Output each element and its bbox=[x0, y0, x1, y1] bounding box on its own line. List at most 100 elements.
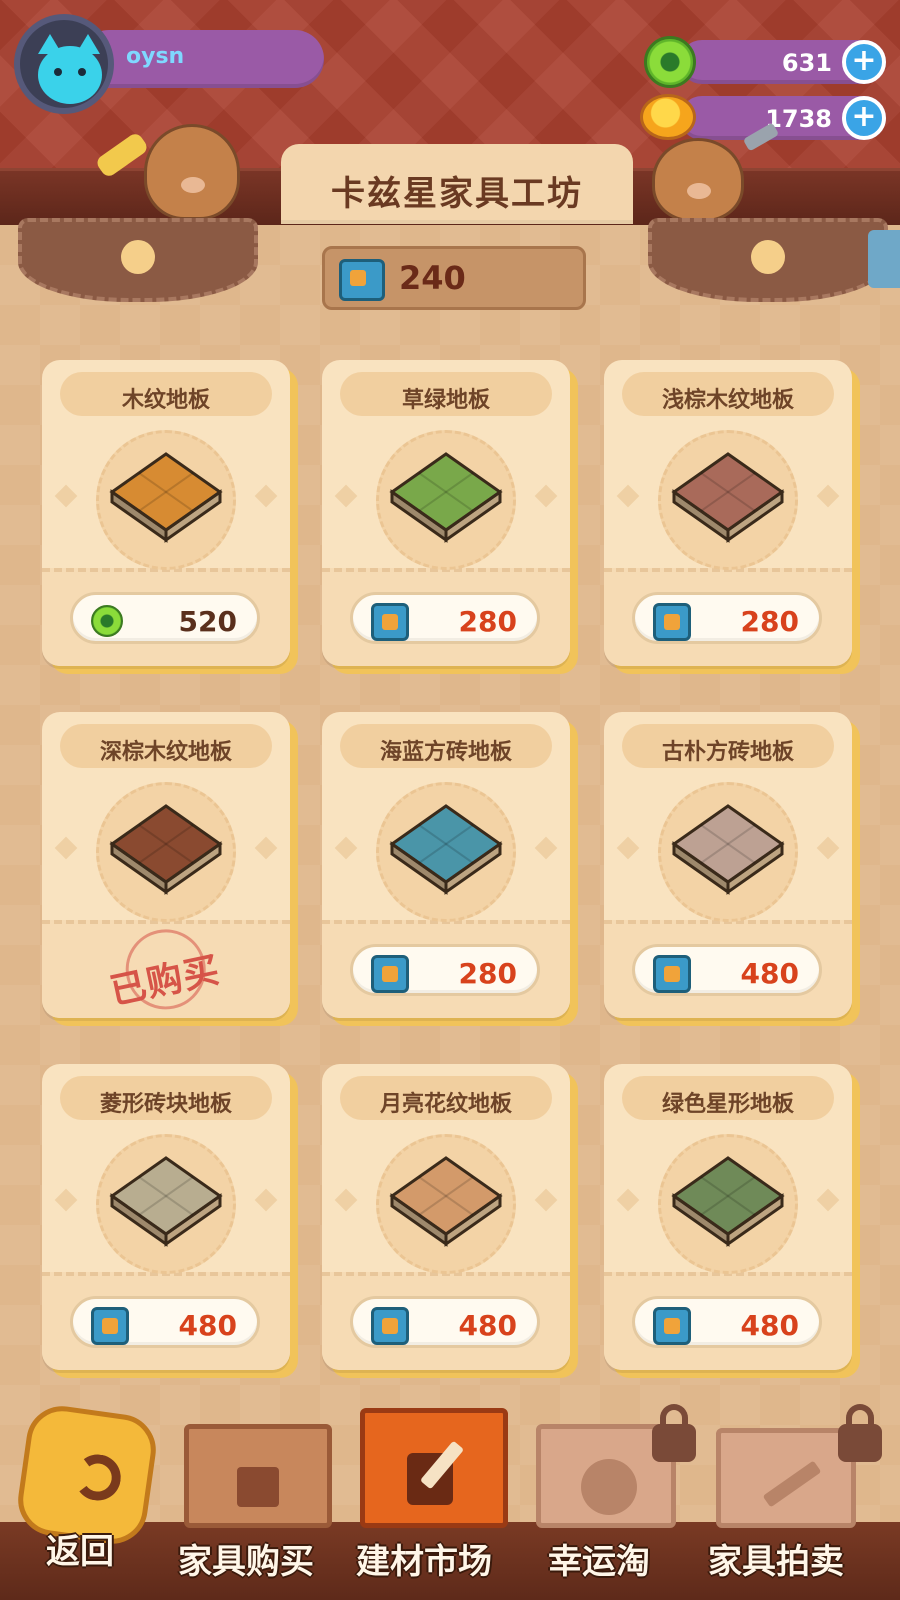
gavel-icon bbox=[762, 1460, 822, 1508]
shop-item-card[interactable]: 菱形砖块地板 480 bbox=[42, 1064, 298, 1378]
page-title: 卡兹星家具工坊 bbox=[331, 174, 583, 214]
cat-face-icon bbox=[38, 46, 102, 104]
buy-button[interactable]: 280 bbox=[632, 592, 822, 644]
book-icon bbox=[360, 1408, 508, 1528]
floor-tile-icon bbox=[109, 1156, 223, 1247]
card-face: 草绿地板 280 bbox=[322, 360, 570, 666]
shop-title-tab: 卡兹星家具工坊 bbox=[281, 144, 633, 224]
item-price: 280 bbox=[458, 957, 517, 990]
buy-button[interactable]: 480 bbox=[632, 1296, 822, 1348]
item-name: 浅棕木纹地板 bbox=[661, 388, 794, 413]
green-coin-icon bbox=[644, 36, 696, 88]
item-price: 480 bbox=[178, 1309, 237, 1342]
buy-button[interactable]: 480 bbox=[632, 944, 822, 996]
card-face: 深棕木纹地板 已购买 bbox=[42, 712, 290, 1018]
green-coin-amount: 631 bbox=[781, 49, 832, 77]
sparkle-icon bbox=[534, 1188, 558, 1212]
snout-icon bbox=[181, 177, 205, 193]
ticket-icon bbox=[371, 1307, 409, 1345]
sparkle-icon bbox=[54, 484, 78, 508]
shop-item-card[interactable]: 海蓝方砖地板 280 bbox=[322, 712, 578, 1026]
item-name: 绿色星形地板 bbox=[661, 1092, 794, 1117]
return-arrow-icon bbox=[71, 1451, 124, 1504]
ticket-icon bbox=[371, 603, 409, 641]
sparkle-icon bbox=[334, 484, 358, 508]
floor-tile-icon bbox=[671, 452, 785, 543]
floor-tile-icon bbox=[671, 1156, 785, 1247]
ticket-icon bbox=[653, 955, 691, 993]
floor-tile-icon bbox=[671, 804, 785, 895]
right-pocket bbox=[648, 218, 888, 302]
item-name: 海蓝方砖地板 bbox=[379, 740, 512, 765]
item-name: 木纹地板 bbox=[121, 388, 210, 413]
sparkle-icon bbox=[616, 484, 640, 508]
card-face: 月亮花纹地板 480 bbox=[322, 1064, 570, 1370]
ticket-balance-amount: 240 bbox=[399, 259, 466, 297]
player-name: oysn bbox=[126, 44, 185, 69]
floor-tile-icon bbox=[109, 804, 223, 895]
snout-icon bbox=[687, 183, 711, 199]
buy-button[interactable]: 480 bbox=[70, 1296, 260, 1348]
sparkle-icon bbox=[54, 836, 78, 860]
card-face: 浅棕木纹地板 280 bbox=[604, 360, 852, 666]
clover-icon bbox=[751, 240, 785, 274]
tab-furniture-auction-label: 家具拍卖 bbox=[708, 1542, 844, 1582]
card-face: 菱形砖块地板 480 bbox=[42, 1064, 290, 1370]
sparkle-icon bbox=[334, 836, 358, 860]
left-pocket bbox=[18, 218, 258, 302]
shop-item-card[interactable]: 草绿地板 280 bbox=[322, 360, 578, 674]
shop-item-card[interactable]: 浅棕木纹地板 280 bbox=[604, 360, 860, 674]
tab-lucky-draw-label: 幸运淘 bbox=[548, 1542, 650, 1582]
item-name: 草绿地板 bbox=[401, 388, 490, 413]
sparkle-icon bbox=[534, 836, 558, 860]
floor-tile-icon bbox=[389, 1156, 503, 1247]
item-price: 280 bbox=[458, 605, 517, 638]
floor-tile-icon bbox=[389, 804, 503, 895]
scissors-icon[interactable] bbox=[868, 230, 900, 288]
item-price: 520 bbox=[178, 605, 237, 638]
ticket-icon bbox=[339, 259, 385, 301]
shop-item-card[interactable]: 月亮花纹地板 480 bbox=[322, 1064, 578, 1378]
player-avatar[interactable] bbox=[14, 14, 114, 114]
sparkle-icon bbox=[334, 1188, 358, 1212]
item-name: 深棕木纹地板 bbox=[99, 740, 232, 765]
star-medal-icon bbox=[581, 1459, 637, 1515]
green-coin-icon bbox=[91, 605, 123, 637]
eye-icon bbox=[78, 68, 86, 76]
gold-planet-counter: 1738 + bbox=[680, 96, 886, 140]
ticket-icon bbox=[653, 1307, 691, 1345]
shop-item-card[interactable]: 木纹地板 520 bbox=[42, 360, 298, 674]
sparkle-icon bbox=[534, 484, 558, 508]
eye-icon bbox=[54, 68, 62, 76]
ticket-balance: 240 bbox=[322, 246, 586, 310]
add-gold-planet-button[interactable]: + bbox=[842, 96, 886, 140]
gift-icon bbox=[237, 1467, 279, 1507]
sparkle-icon bbox=[616, 1188, 640, 1212]
ticket-icon bbox=[91, 1307, 129, 1345]
green-coin-counter: 631 + bbox=[680, 40, 886, 84]
sparkle-icon bbox=[54, 1188, 78, 1212]
buy-button[interactable]: 280 bbox=[350, 592, 540, 644]
gold-planet-icon bbox=[640, 94, 696, 140]
add-green-coin-button[interactable]: + bbox=[842, 40, 886, 84]
sparkle-icon bbox=[616, 836, 640, 860]
shop-item-card[interactable]: 绿色星形地板 480 bbox=[604, 1064, 860, 1378]
lock-icon bbox=[652, 1404, 696, 1462]
shop-item-card[interactable]: 深棕木纹地板 已购买 bbox=[42, 712, 298, 1026]
sparkle-icon bbox=[254, 836, 278, 860]
left-mascot bbox=[144, 124, 240, 220]
clover-icon bbox=[121, 240, 155, 274]
ticket-icon bbox=[371, 955, 409, 993]
item-name: 菱形砖块地板 bbox=[99, 1092, 232, 1117]
shop-item-card[interactable]: 古朴方砖地板 480 bbox=[604, 712, 860, 1026]
ticket-icon bbox=[653, 603, 691, 641]
card-face: 绿色星形地板 480 bbox=[604, 1064, 852, 1370]
sparkle-icon bbox=[816, 1188, 840, 1212]
sparkle-icon bbox=[816, 836, 840, 860]
buy-button[interactable]: 280 bbox=[350, 944, 540, 996]
sparkle-icon bbox=[816, 484, 840, 508]
lock-icon bbox=[838, 1404, 882, 1462]
player-name-panel bbox=[80, 30, 324, 88]
buy-button[interactable]: 520 bbox=[70, 592, 260, 644]
buy-button[interactable]: 480 bbox=[350, 1296, 540, 1348]
